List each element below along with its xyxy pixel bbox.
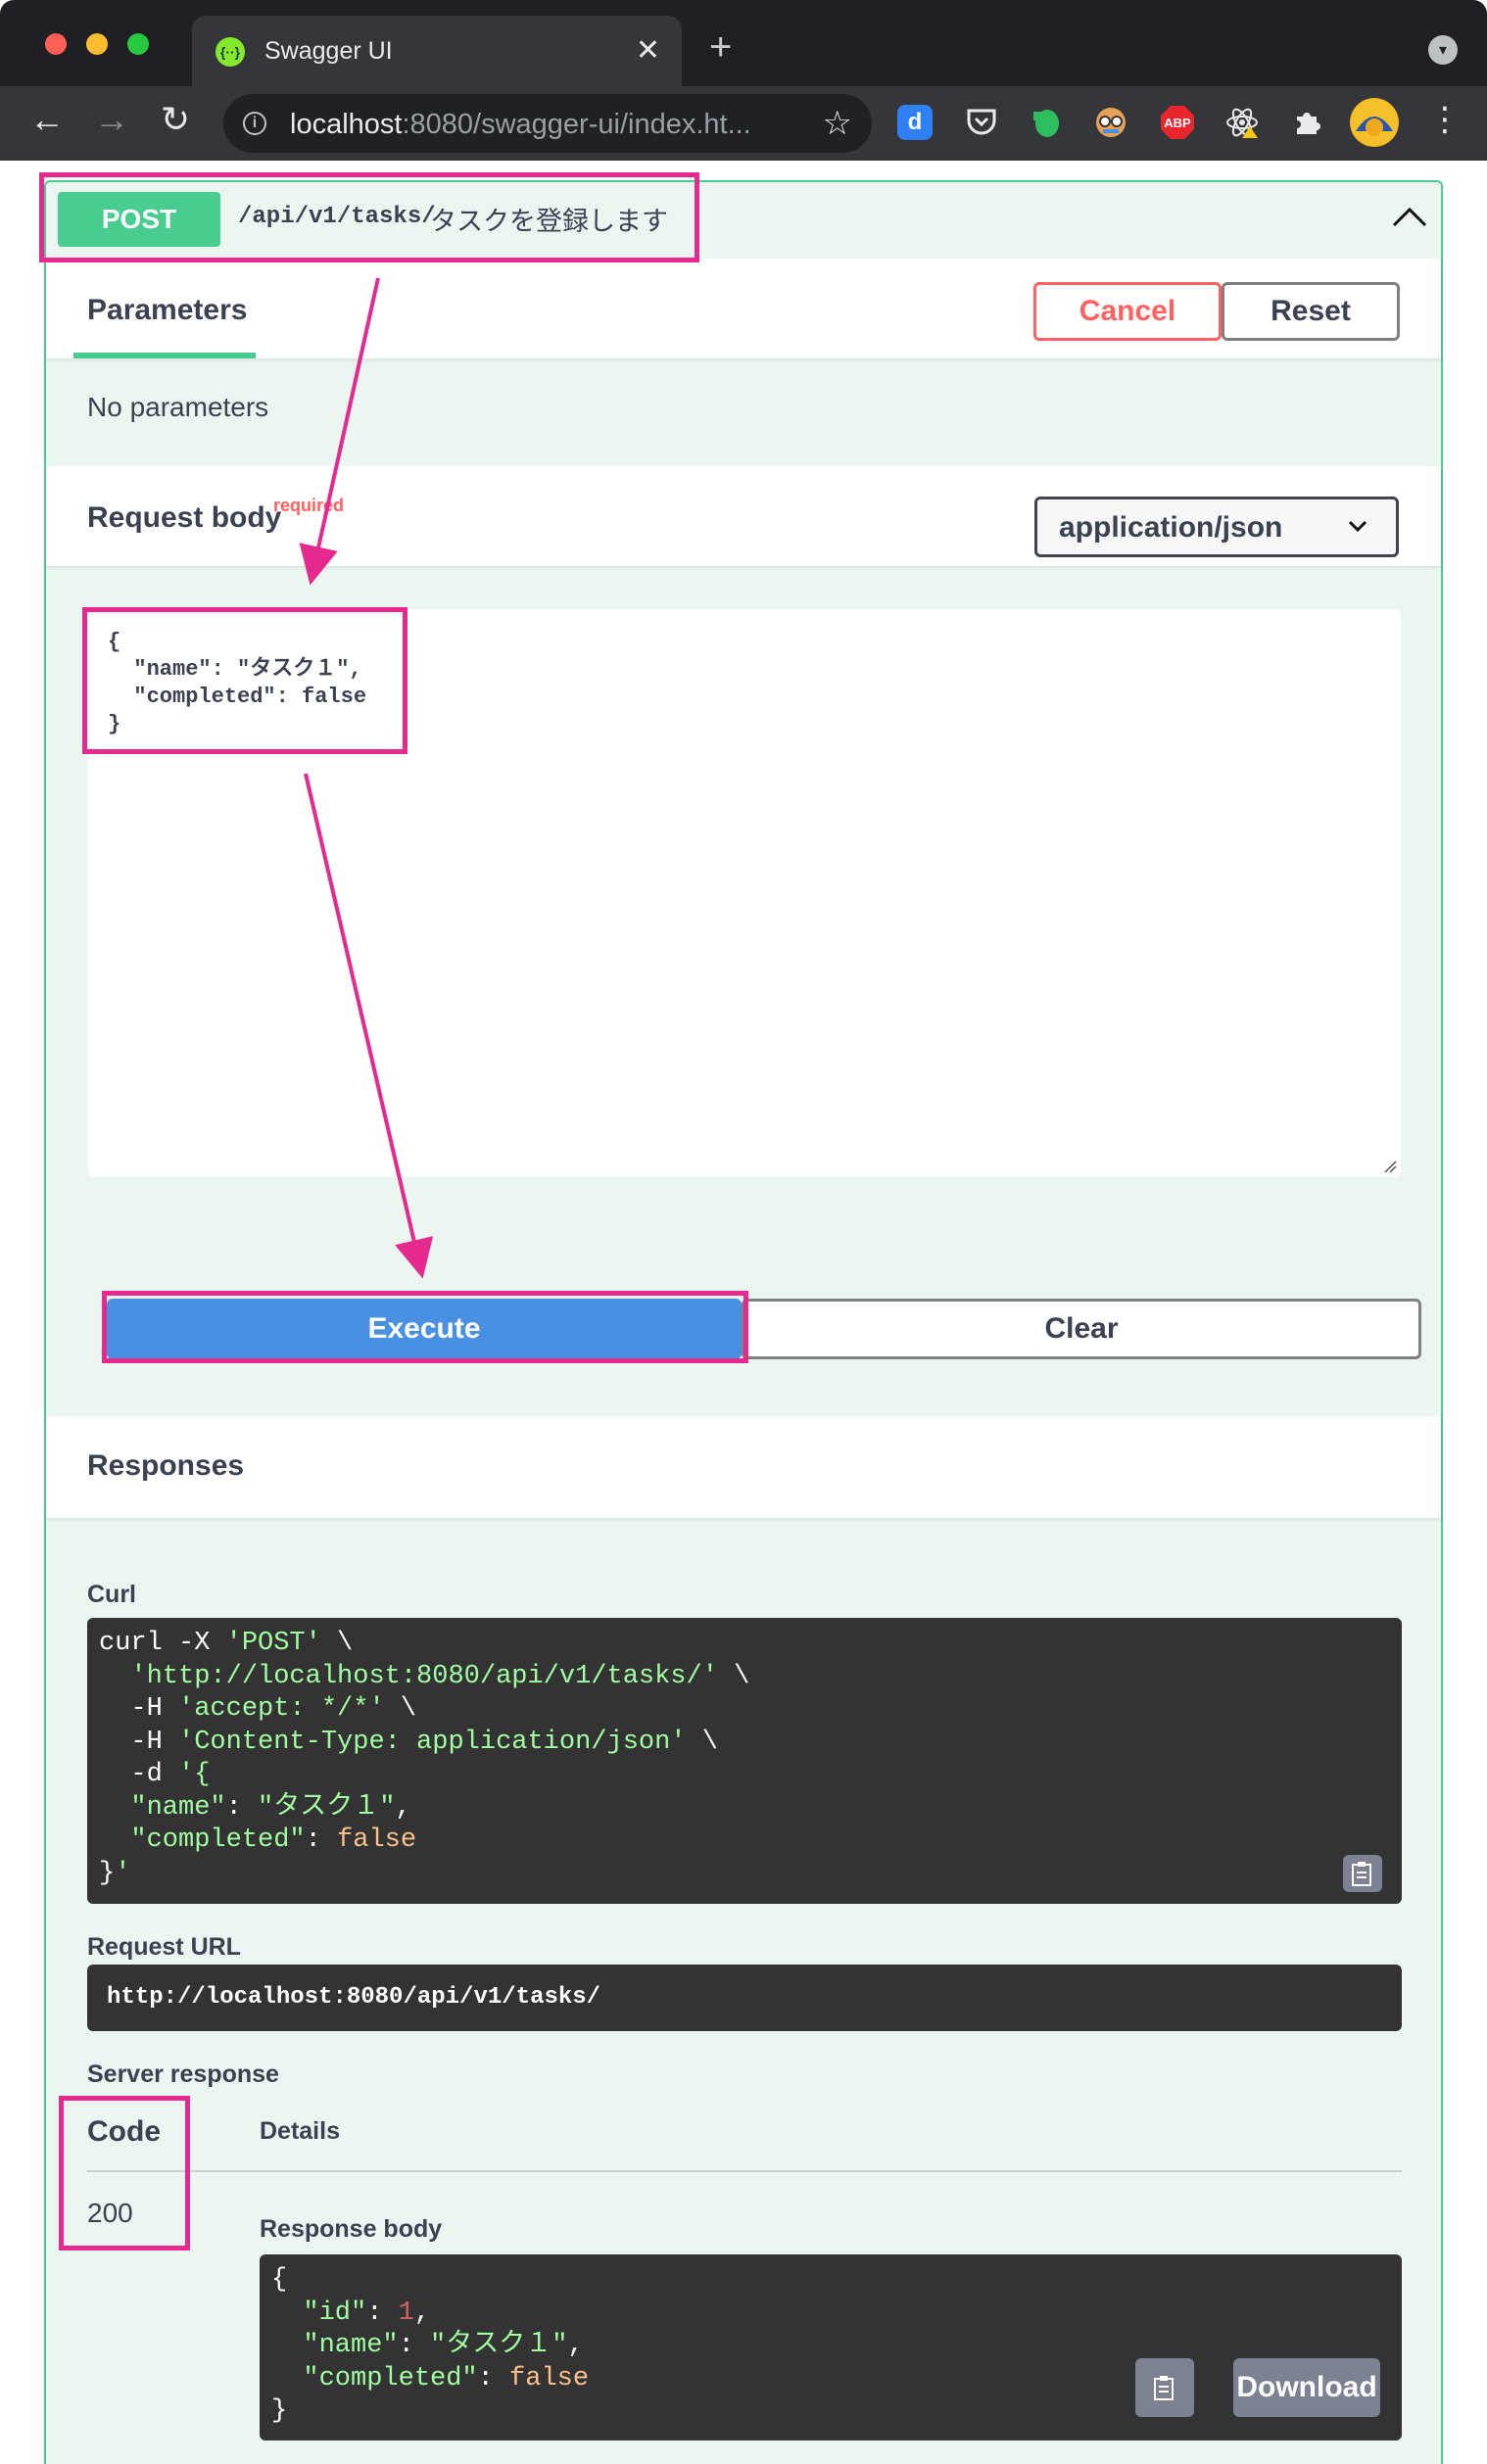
arrow-to-request-body: [299, 277, 380, 586]
annotation-arrows: [299, 277, 434, 1279]
arrow-to-execute: [304, 773, 434, 1279]
